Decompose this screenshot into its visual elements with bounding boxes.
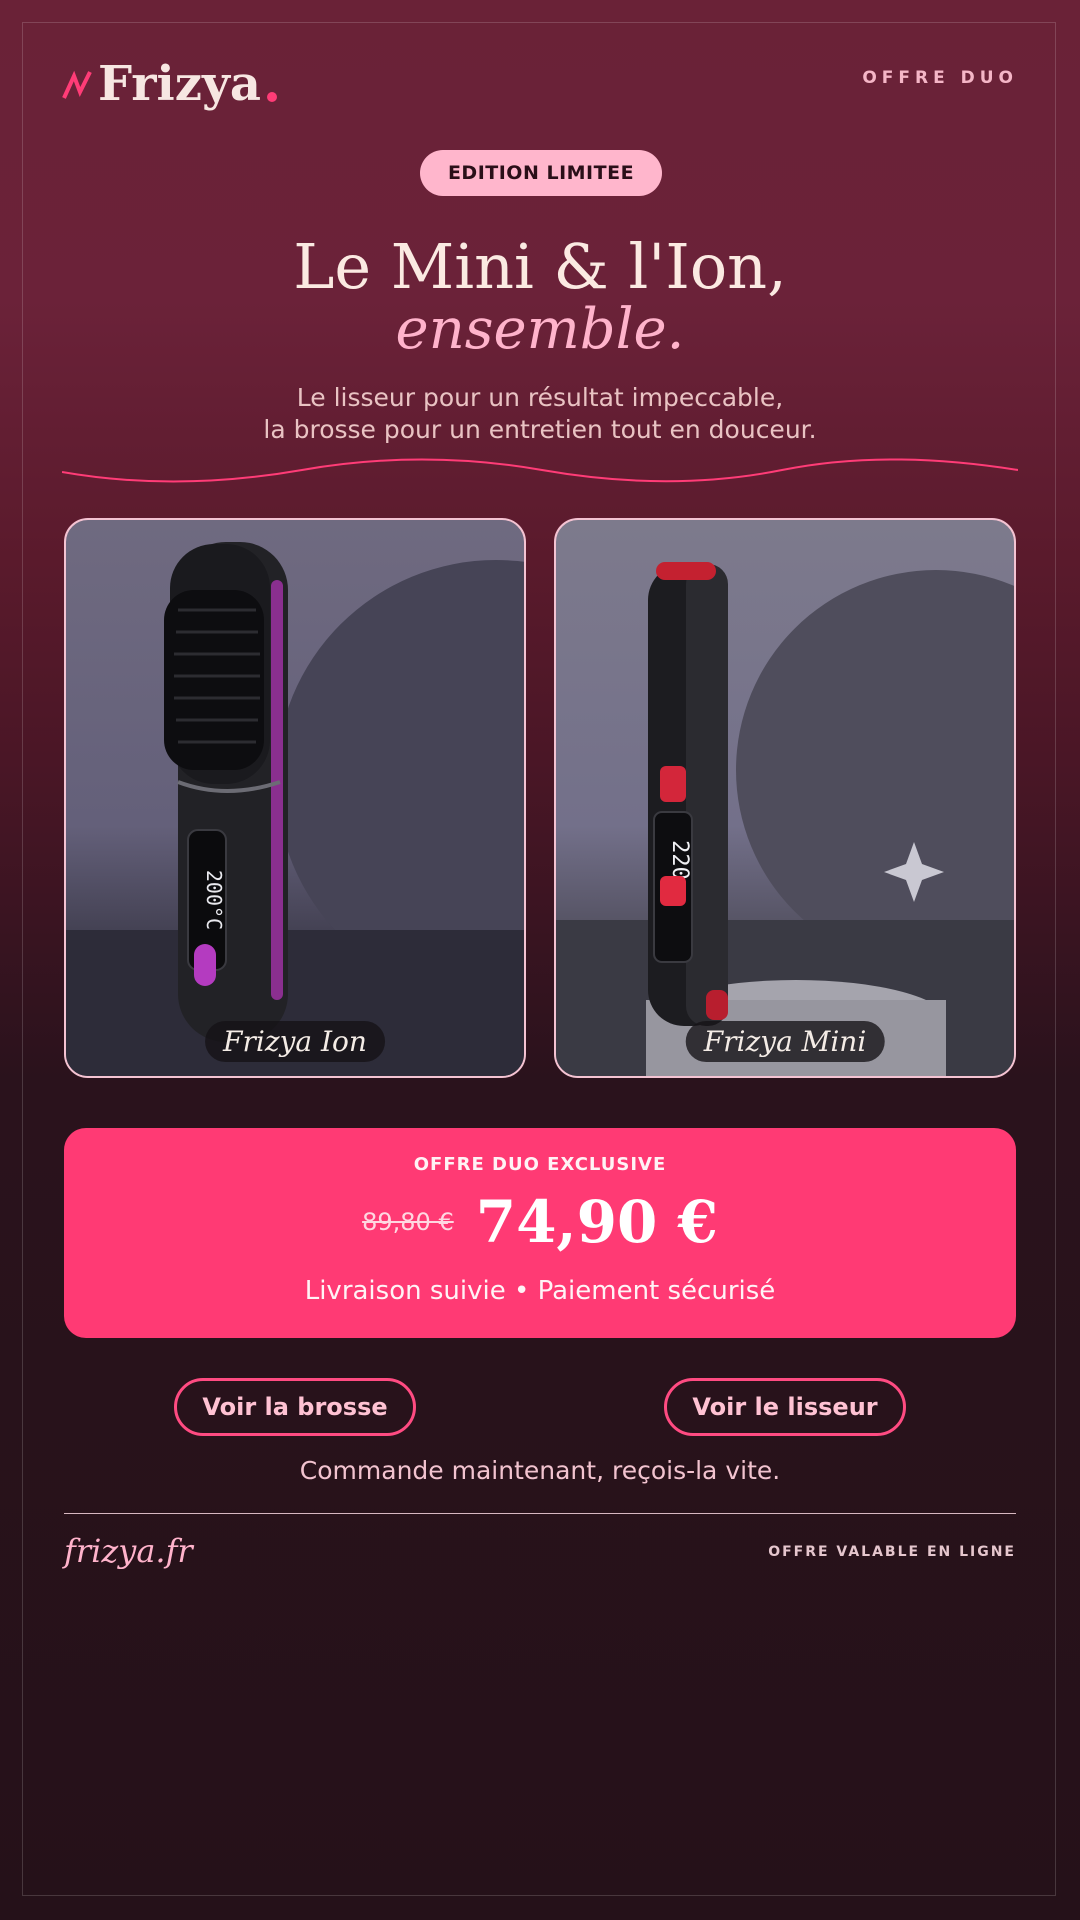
product-label-mini: Frizya Mini: [685, 1021, 885, 1062]
mini-display-text: 220: [667, 840, 692, 880]
product-card-ion[interactable]: 200°C Frizya Ion: [64, 518, 526, 1078]
wave-lightning-icon: [62, 70, 92, 99]
hero-title: Le Mini & l'Ion,: [293, 230, 787, 303]
offer-kicker: OFFRE DUO EXCLUSIVE: [413, 1154, 667, 1175]
footer-divider: [64, 1513, 1016, 1514]
limited-edition-badge: EDITION LIMITEE: [420, 150, 662, 196]
offer-footnote: Livraison suivie • Paiement sécurisé: [304, 1276, 776, 1306]
brand-name: Frizya: [98, 56, 262, 112]
new-price: 74,90 €: [475, 1188, 718, 1256]
footer-site-link[interactable]: frizya.fr: [64, 1532, 193, 1570]
price-row: 89,80 € 74,90 €: [64, 1188, 1016, 1256]
mini-straightener-image: 220: [556, 562, 1014, 1076]
footer-note: OFFRE VALABLE EN LIGNE: [768, 1544, 1016, 1560]
cta-text: Commande maintenant, reçois-la vite.: [299, 1456, 781, 1485]
offer-box: OFFRE DUO EXCLUSIVE 89,80 € 74,90 € Livr…: [64, 1128, 1016, 1338]
heated-brush-image: 200°C: [66, 542, 524, 1076]
view-straightener-button[interactable]: Voir le lisseur: [664, 1378, 906, 1436]
product-label-ion: Frizya Ion: [205, 1021, 385, 1062]
brand-dot: [267, 92, 278, 102]
product-card-mini[interactable]: 220 Frizya Mini: [554, 518, 1016, 1078]
hero-subtitle-line-2: la brosse pour un entretien tout en douc…: [263, 415, 817, 444]
header-tagline: OFFRE DUO: [862, 68, 1018, 88]
hero-subtitle: Le lisseur pour un résultat impeccable, …: [0, 382, 1080, 446]
hero-title-emphasis: ensemble.: [395, 297, 685, 362]
hero-subtitle-line-1: Le lisseur pour un résultat impeccable,: [296, 383, 784, 412]
brush-display-text: 200°C: [202, 870, 226, 930]
wave-divider: [62, 458, 1018, 483]
view-brush-button[interactable]: Voir la brosse: [174, 1378, 416, 1436]
old-price: 89,80 €: [362, 1208, 454, 1236]
brand-logo[interactable]: Frizya: [62, 54, 278, 114]
